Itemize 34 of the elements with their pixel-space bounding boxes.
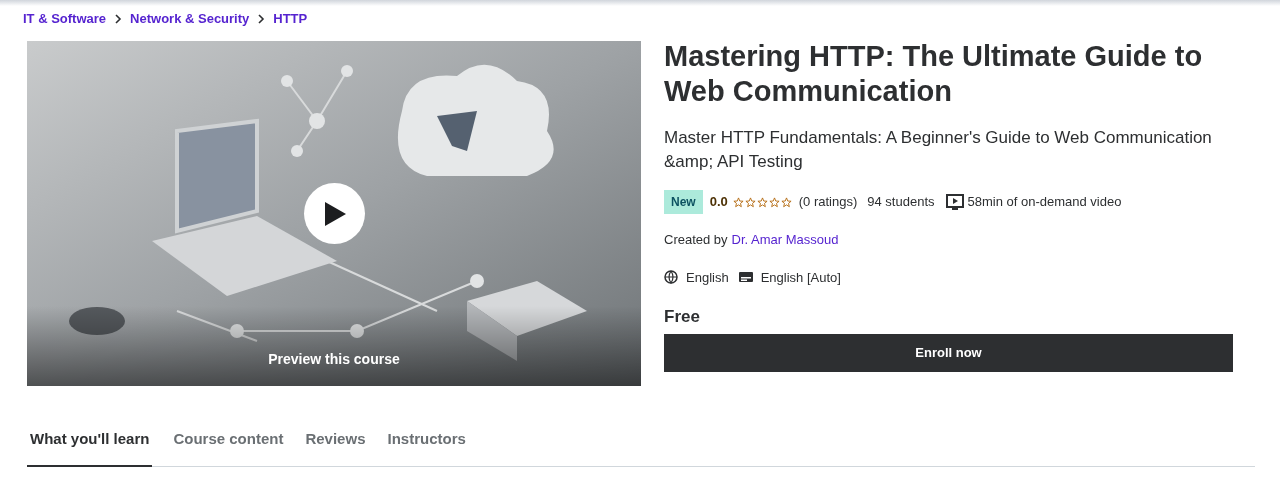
course-title: Mastering HTTP: The Ultimate Guide to Web Communication	[664, 39, 1204, 109]
rating-value: 0.0	[709, 193, 728, 212]
language-label: English	[686, 268, 729, 287]
chevron-right-icon	[114, 13, 123, 24]
section-tab[interactable]: What you'll learn	[27, 426, 153, 467]
captions-icon	[738, 271, 753, 284]
section-tab[interactable]: Course content	[172, 426, 285, 467]
star-icon	[780, 196, 792, 208]
section-tab[interactable]: Instructors	[386, 426, 467, 467]
course-preview[interactable]: Preview this course	[27, 41, 641, 386]
video-icon	[945, 194, 964, 210]
enroll-button[interactable]: Enroll now	[664, 333, 1233, 372]
star-icon	[732, 196, 744, 208]
breadcrumb-link[interactable]: Network & Security	[130, 8, 250, 29]
created-by-label: Created by	[664, 231, 728, 249]
price: Free	[664, 306, 701, 328]
ratings-count: (0 ratings)	[798, 193, 858, 212]
preview-label: Preview this course	[267, 350, 401, 369]
instructor-link[interactable]: Dr. Amar Massoud	[731, 230, 839, 250]
captions-label: English [Auto]	[760, 268, 841, 287]
students-count: 94 students	[867, 193, 935, 212]
course-subtitle: Master HTTP Fundamentals: A Beginner's Guide to Web Communication &amp; API Testing	[664, 127, 1213, 173]
star-icon	[756, 196, 768, 208]
star-icon	[768, 196, 780, 208]
new-badge: New	[664, 190, 703, 214]
section-tab[interactable]: Reviews	[304, 426, 367, 467]
chevron-right-icon	[257, 13, 266, 24]
breadcrumb-link[interactable]: HTTP	[273, 8, 308, 29]
star-icon	[744, 196, 756, 208]
play-button[interactable]	[304, 183, 365, 244]
play-icon	[322, 200, 347, 227]
video-length: 58min of on-demand video	[967, 193, 1122, 212]
globe-icon	[664, 270, 678, 285]
breadcrumb-link[interactable]: IT & Software	[23, 8, 107, 29]
